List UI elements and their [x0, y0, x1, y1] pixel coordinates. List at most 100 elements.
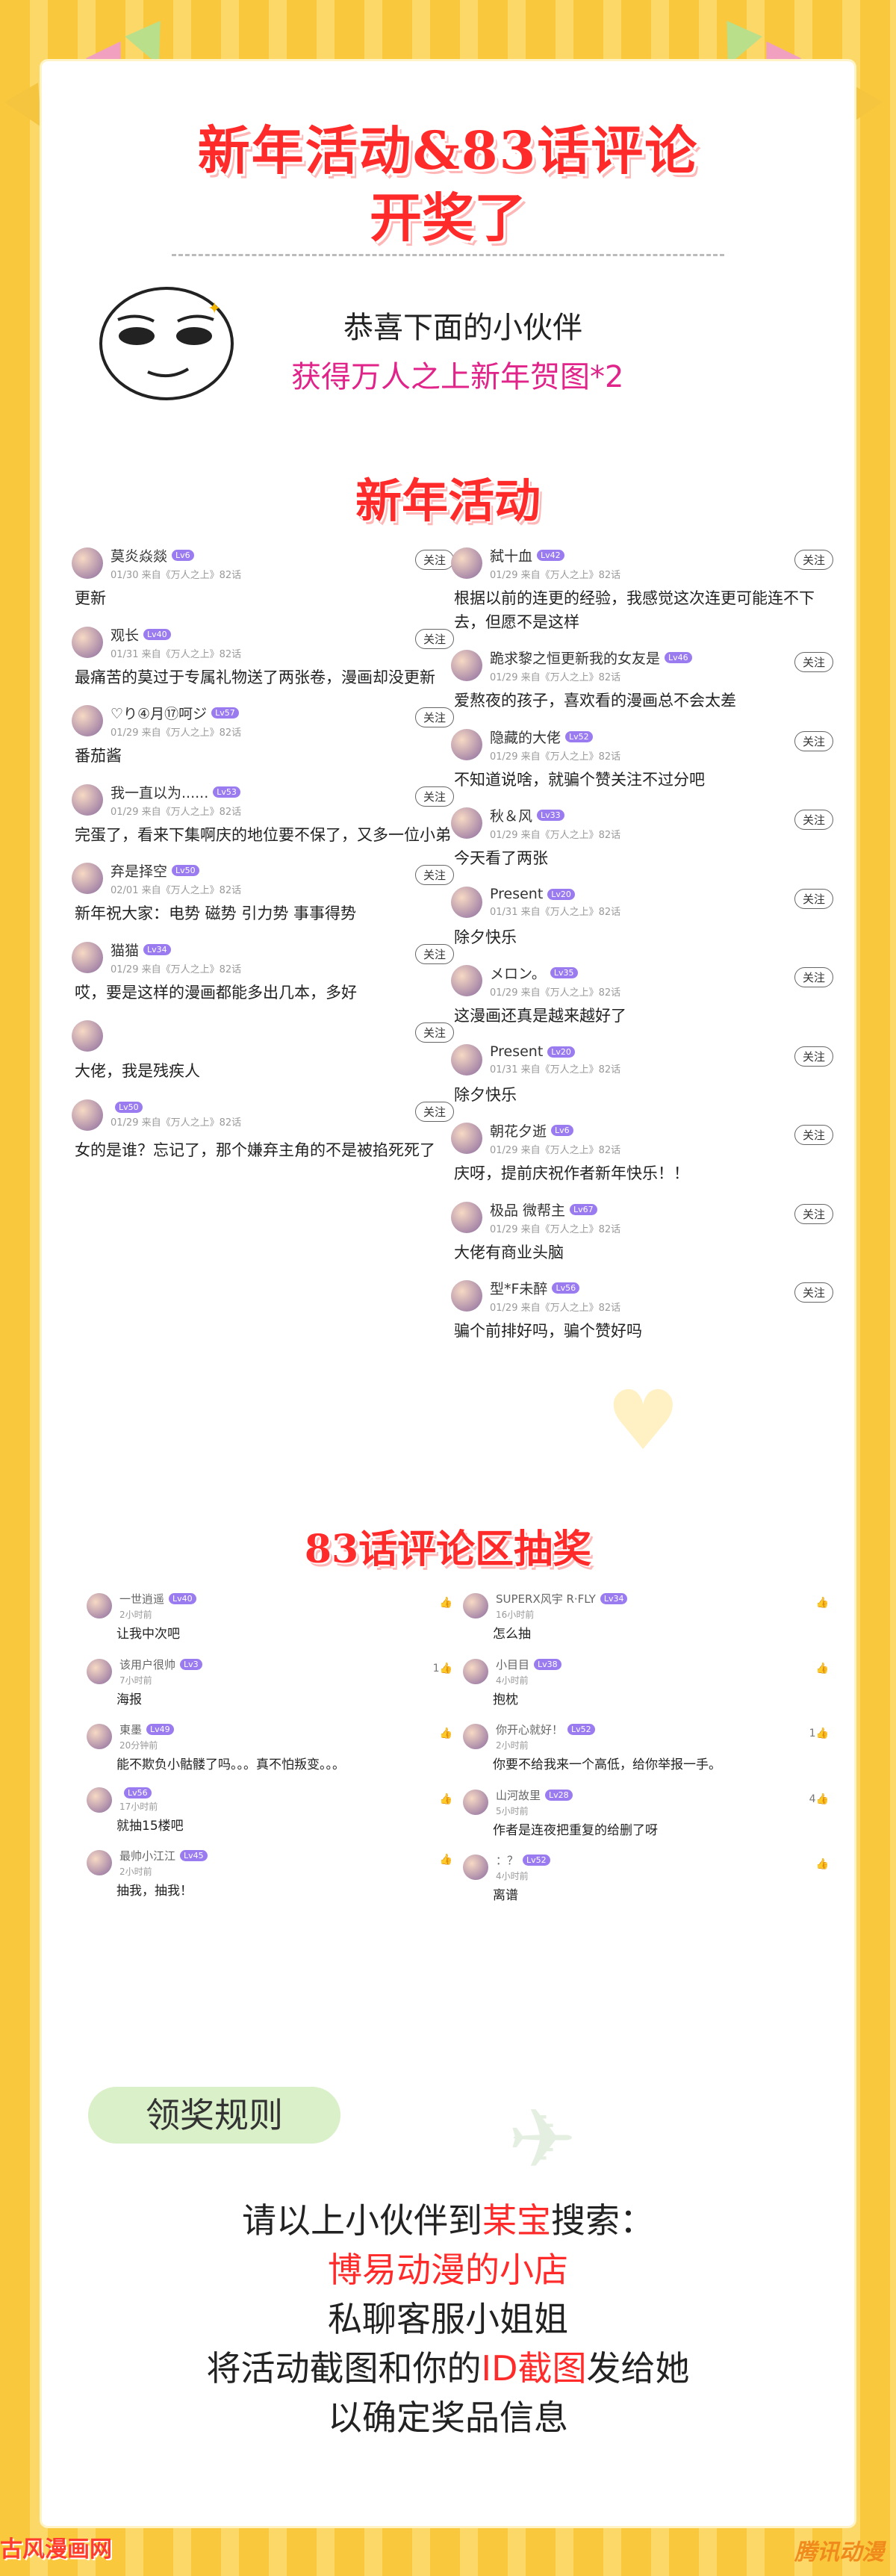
comment-meta: 01/29 来自《万人之上》82话 — [490, 1145, 621, 1156]
avatar[interactable] — [72, 705, 103, 736]
avatar[interactable] — [72, 626, 103, 658]
follow-button[interactable]: 关注 — [794, 1203, 833, 1224]
username[interactable]: 東墨 — [119, 1722, 142, 1737]
avatar[interactable] — [72, 547, 103, 579]
level-badge: Lv6 — [551, 1125, 573, 1136]
like-button[interactable]: 👍 — [440, 1728, 452, 1739]
avatar[interactable] — [451, 728, 482, 760]
follow-button[interactable]: 关注 — [794, 1282, 833, 1303]
avatar[interactable] — [72, 1020, 103, 1052]
comment-meta: 01/31 来自《万人之上》82话 — [490, 907, 621, 918]
username[interactable]: Present — [490, 1043, 543, 1060]
follow-button[interactable]: 关注 — [414, 943, 454, 964]
page-title: 新年活动&83话评论 — [197, 120, 699, 181]
avatar[interactable] — [463, 1789, 488, 1815]
follow-button[interactable]: 关注 — [414, 550, 454, 570]
username[interactable]: 观长 — [111, 624, 139, 645]
username[interactable]: 秋＆风 — [490, 805, 532, 825]
comment-meta: 01/29 来自《万人之上》82话 — [111, 727, 242, 739]
username[interactable]: 该用户很帅 — [119, 1657, 175, 1672]
avatar[interactable] — [87, 1787, 112, 1813]
follow-button[interactable]: 关注 — [414, 1101, 454, 1122]
username[interactable]: ♡り④月⑰呵ジ — [111, 703, 207, 723]
avatar[interactable] — [87, 1850, 112, 1875]
username[interactable]: 弃是择空 — [111, 860, 167, 881]
follow-button[interactable]: 关注 — [414, 628, 454, 649]
follow-button[interactable]: 关注 — [794, 967, 833, 987]
username[interactable]: 弑十血 — [490, 545, 532, 565]
like-button[interactable]: 👍 — [440, 1854, 452, 1866]
avatar[interactable] — [451, 650, 482, 681]
avatar[interactable] — [451, 1280, 482, 1312]
username[interactable]: 你开心就好！ — [496, 1722, 563, 1737]
like-button[interactable]: 4👍 — [809, 1793, 829, 1805]
comment-meta: 02/01 来自《万人之上》82话 — [111, 885, 242, 896]
avatar[interactable] — [451, 807, 482, 839]
avatar[interactable] — [451, 1123, 482, 1154]
username[interactable]: 我一直以为...... — [111, 782, 208, 802]
follow-button[interactable]: 关注 — [414, 1022, 454, 1043]
like-button[interactable]: 1👍 — [809, 1728, 829, 1739]
like-button[interactable]: 1👍 — [433, 1663, 452, 1675]
like-button[interactable]: 👍 — [816, 1663, 829, 1675]
username[interactable]: 小目目 — [496, 1657, 529, 1672]
comment-meta: 01/29 来自《万人之上》82话 — [111, 806, 242, 818]
avatar[interactable] — [451, 547, 482, 579]
username[interactable]: 型*F未醉 — [490, 1278, 547, 1298]
avatar[interactable] — [72, 1099, 103, 1131]
follow-button[interactable]: 关注 — [414, 707, 454, 727]
username[interactable]: ：？ — [496, 1852, 518, 1868]
comment-meta: 01/29 来自《万人之上》82话 — [490, 672, 621, 683]
follow-button[interactable]: 关注 — [794, 1125, 833, 1145]
like-button[interactable]: 👍 — [816, 1597, 829, 1609]
avatar[interactable] — [463, 1724, 488, 1749]
divider — [172, 254, 724, 256]
follow-button[interactable]: 关注 — [794, 888, 833, 909]
username[interactable]: 最帅小江江 — [119, 1848, 175, 1863]
avatar[interactable] — [87, 1658, 112, 1684]
username[interactable]: Present — [490, 886, 543, 902]
username[interactable]: 一世逍遥 — [119, 1591, 164, 1607]
comment-text: 根据以前的连更的经验，我感觉这次连更可能连不下去，但愿不是这样 — [454, 589, 815, 631]
username[interactable]: 极品 微帮主 — [490, 1199, 565, 1220]
like-button[interactable]: 👍 — [440, 1793, 452, 1805]
avatar[interactable] — [72, 863, 103, 894]
follow-button[interactable]: 关注 — [794, 652, 833, 672]
follow-button[interactable]: 关注 — [414, 865, 454, 885]
avatar[interactable] — [451, 886, 482, 918]
follow-button[interactable]: 关注 — [794, 730, 833, 751]
comment-text: 抱枕 — [493, 1692, 518, 1707]
avatar[interactable] — [87, 1724, 112, 1749]
like-button[interactable]: 👍 — [816, 1858, 829, 1870]
follow-button[interactable]: 关注 — [794, 1046, 833, 1067]
username[interactable]: SUPERX风宇 R·FLY — [496, 1591, 596, 1607]
avatar[interactable] — [87, 1593, 112, 1618]
like-button[interactable]: 👍 — [440, 1597, 452, 1609]
username[interactable]: 跪求黎之恒更新我的女友是 — [490, 648, 660, 668]
comment-text: 今天看了两张 — [454, 849, 548, 867]
avatar[interactable] — [451, 1201, 482, 1233]
rules-text: 请以上小伙伴到某宝搜索： 博易动漫的小店 私聊客服小姐姐 将活动截图和你的ID截… — [0, 2196, 896, 2442]
comment-text: 女的是谁？忘记了，那个嫌弃主角的不是被掐死死了 — [75, 1140, 435, 1159]
username[interactable]: 莫炎焱燚 — [111, 545, 167, 565]
username[interactable]: 猫猫 — [111, 940, 139, 960]
follow-button[interactable]: 关注 — [794, 550, 833, 570]
avatar[interactable] — [463, 1658, 488, 1684]
avatar[interactable] — [463, 1855, 488, 1880]
rules-line4a: 将活动截图和你的 — [206, 2348, 482, 2389]
username[interactable]: メロン。 — [490, 963, 546, 983]
avatar[interactable] — [451, 1043, 482, 1076]
comment-text: 你要不给我来一个高低，给你举报一手。 — [493, 1757, 721, 1772]
avatar[interactable] — [463, 1593, 488, 1618]
username[interactable]: 朝花夕逝 — [490, 1120, 547, 1140]
follow-button[interactable]: 关注 — [414, 786, 454, 807]
username[interactable]: 山河故里 — [496, 1787, 541, 1803]
comment-text: 骗个前排好吗，骗个赞好吗 — [454, 1322, 642, 1340]
level-badge: Lv52 — [523, 1855, 550, 1866]
avatar[interactable] — [72, 941, 103, 973]
username[interactable]: 隐藏的大佬 — [490, 727, 561, 747]
avatar[interactable] — [451, 965, 482, 996]
svg-text:✦: ✦ — [208, 300, 221, 318]
follow-button[interactable]: 关注 — [794, 810, 833, 830]
avatar[interactable] — [72, 783, 103, 816]
